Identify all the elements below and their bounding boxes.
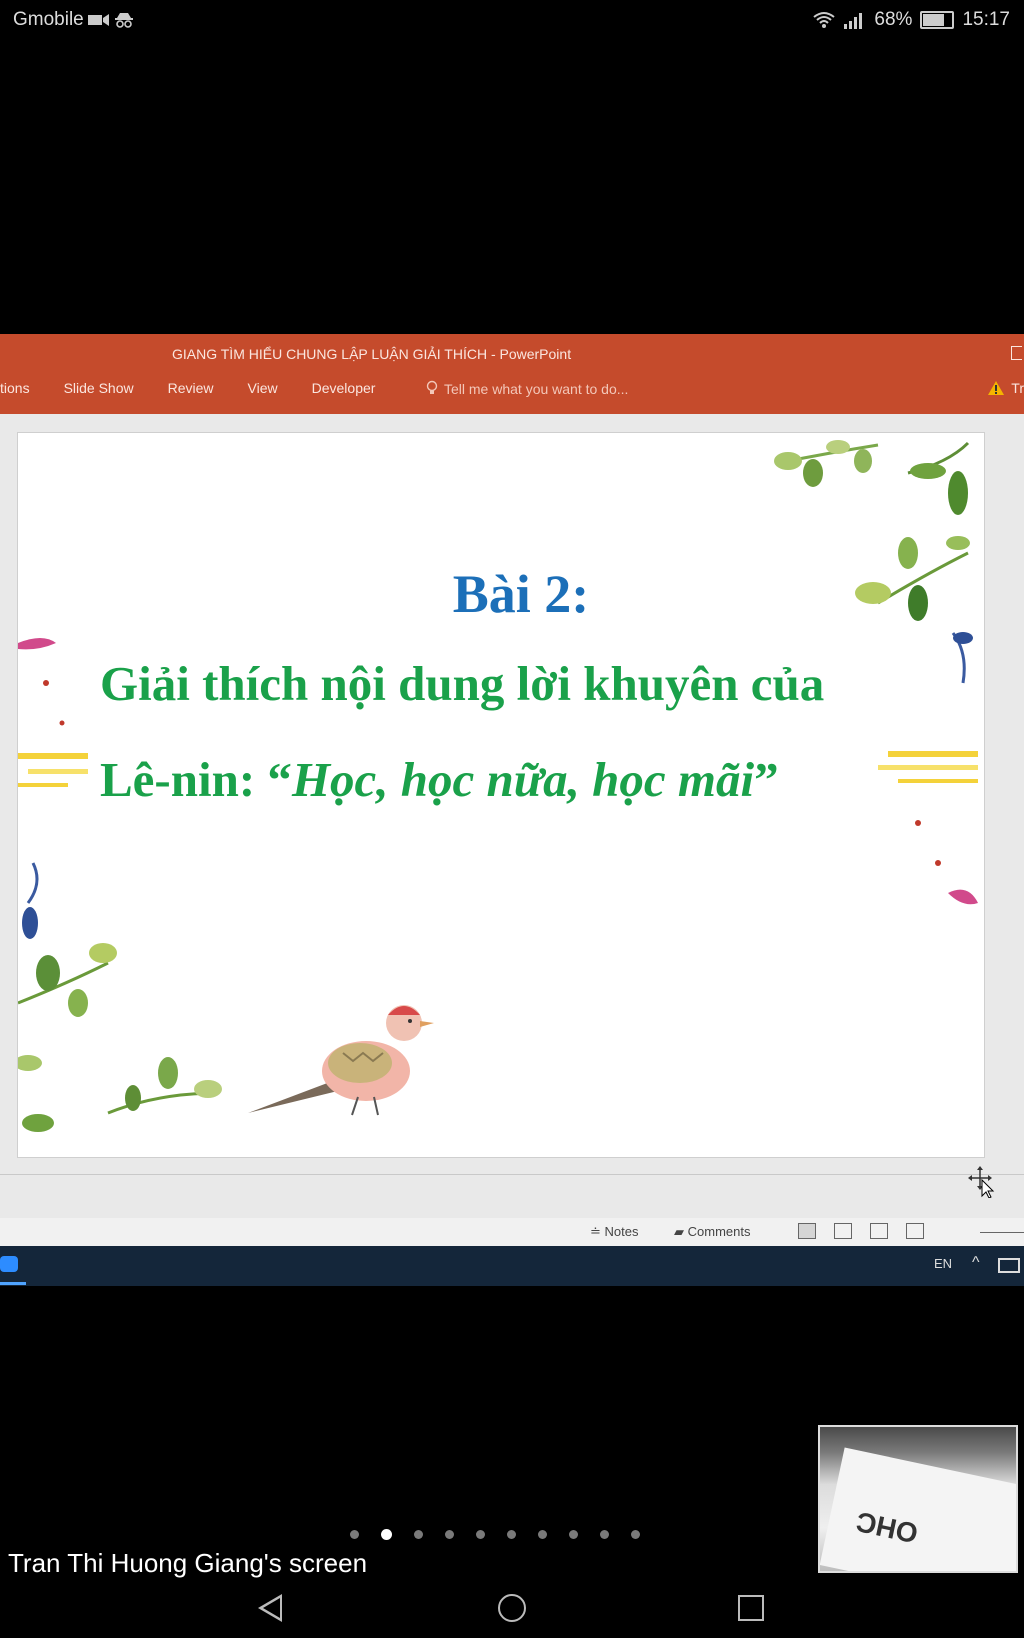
page-dot[interactable]: [476, 1530, 485, 1539]
battery-percent: 68%: [874, 9, 913, 30]
status-right: 68% 15:17: [812, 9, 1010, 31]
status-bar: Gmobile 68% 15:17: [0, 0, 1024, 42]
notes-label: Notes: [604, 1224, 639, 1239]
status-left: Gmobile: [13, 9, 134, 31]
slide-quote: Học, học nữa, học mãi: [291, 752, 755, 807]
self-video-thumbnail[interactable]: OHC: [818, 1425, 1018, 1573]
video-camera-icon: [87, 14, 109, 26]
page-dot[interactable]: [538, 1530, 547, 1539]
home-icon[interactable]: [498, 1594, 526, 1622]
battery-level: [923, 14, 944, 26]
carrier-name: Gmobile: [13, 9, 84, 30]
page-dot[interactable]: [507, 1530, 516, 1539]
zoom-slider[interactable]: [980, 1232, 1024, 1233]
slide-line2-prefix: Lê-nin: “: [100, 752, 292, 807]
page-dot[interactable]: [445, 1530, 454, 1539]
view-switcher: [798, 1223, 924, 1239]
warning-area[interactable]: Tr: [987, 380, 1024, 396]
comments-label: Comments: [687, 1224, 751, 1239]
slide-heading-line-1: Giải thích nội dung lời khuyên của: [100, 656, 825, 711]
active-app-indicator: [0, 1282, 26, 1285]
tab-developer[interactable]: Developer: [312, 380, 376, 396]
clock: 15:17: [962, 9, 1010, 30]
bird-illustration: [248, 1005, 434, 1116]
page-dot[interactable]: [631, 1530, 640, 1539]
slide-title: Bài 2:: [452, 564, 590, 624]
slide-heading-line-2: Lê-nin: “Học, học nữa, học mãi”: [100, 751, 779, 808]
page-indicator: [350, 1529, 640, 1540]
tab-view[interactable]: View: [248, 380, 278, 396]
tab-slide-show[interactable]: Slide Show: [64, 380, 134, 396]
ribbon-tabs: tions Slide Show Review View Developer: [0, 380, 409, 396]
notes-icon: ≐: [590, 1224, 601, 1239]
shared-screen[interactable]: GIANG TÌM HIỂU CHUNG LẬP LUẬN GIẢI THÍCH…: [0, 334, 1024, 1286]
page-dot[interactable]: [350, 1530, 359, 1539]
tab-animations[interactable]: tions: [0, 380, 30, 396]
slide-sorter-icon[interactable]: [834, 1223, 852, 1239]
move-cursor-icon: [968, 1166, 995, 1198]
page-dot[interactable]: [600, 1530, 609, 1539]
back-icon[interactable]: [258, 1594, 282, 1622]
tab-review[interactable]: Review: [168, 380, 214, 396]
tray-battery-icon[interactable]: [998, 1258, 1020, 1273]
chevron-up-icon[interactable]: ^: [972, 1254, 980, 1272]
recent-apps-icon[interactable]: [738, 1595, 764, 1621]
paint-splash-right: [878, 751, 978, 905]
slideshow-view-icon[interactable]: [906, 1223, 924, 1239]
lightbulb-icon: [426, 380, 438, 394]
slide-line2-suffix: ”: [754, 752, 779, 807]
windows-taskbar: EN ^: [0, 1246, 1024, 1286]
comments-button[interactable]: ▰ Comments: [674, 1224, 750, 1240]
reading-view-icon[interactable]: [870, 1223, 888, 1239]
tell-me-box[interactable]: Tell me what you want to do...: [426, 380, 628, 397]
screen-owner-label: Tran Thi Huong Giang's screen: [8, 1548, 368, 1578]
warning-label: Tr: [1011, 380, 1024, 396]
page-dot[interactable]: [381, 1529, 392, 1540]
video-paper: [820, 1447, 1016, 1571]
powerpoint-titlebar: GIANG TÌM HIỂU CHUNG LẬP LUẬN GIẢI THÍCH…: [0, 334, 1024, 414]
navigation-bar: [0, 1586, 1024, 1638]
signal-icon: [844, 13, 863, 29]
wifi-icon: [813, 12, 836, 28]
battery-icon: [920, 11, 955, 29]
language-indicator[interactable]: EN: [934, 1256, 952, 1271]
window-title: GIANG TÌM HIỂU CHUNG LẬP LUẬN GIẢI THÍCH…: [172, 346, 572, 362]
restore-icon[interactable]: [1011, 346, 1022, 360]
leaf-decoration-bottom-left: [18, 862, 222, 1132]
incognito-icon: [114, 13, 133, 28]
slide-area-divider: [0, 1174, 1024, 1175]
normal-view-icon[interactable]: [798, 1223, 816, 1239]
page-dot[interactable]: [569, 1530, 578, 1539]
notes-button[interactable]: ≐ Notes: [590, 1224, 639, 1240]
powerpoint-status-bar: ≐ Notes ▰ Comments: [0, 1218, 1024, 1246]
warning-icon: [988, 381, 1005, 395]
page-dot[interactable]: [414, 1530, 423, 1539]
tell-me-text: Tell me what you want to do...: [444, 381, 629, 397]
slide-canvas[interactable]: Bài 2: Giải thích nội dung lời khuyên củ…: [17, 432, 985, 1158]
comment-icon: ▰: [674, 1224, 684, 1239]
zoom-app-icon[interactable]: [0, 1256, 18, 1272]
paint-splash-left: [18, 638, 88, 787]
